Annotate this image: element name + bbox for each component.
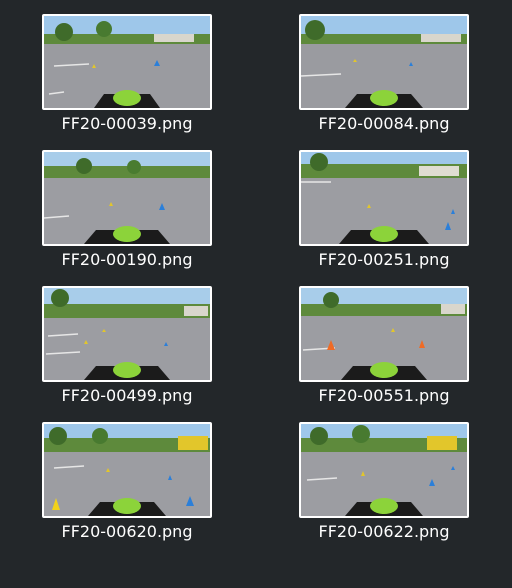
file-name-label[interactable]: FF20-00620.png — [42, 523, 212, 541]
file-item-3[interactable]: FF20-00251.png — [299, 150, 469, 269]
file-item-0[interactable]: FF20-00039.png — [42, 14, 212, 133]
image-thumbnail[interactable] — [299, 14, 469, 110]
file-item-5[interactable]: FF20-00551.png — [299, 286, 469, 405]
image-thumbnail[interactable] — [42, 286, 212, 382]
track-photo-icon — [301, 152, 467, 244]
image-thumbnail[interactable] — [42, 14, 212, 110]
track-photo-icon — [44, 424, 210, 516]
file-item-6[interactable]: FF20-00620.png — [42, 422, 212, 541]
file-name-label[interactable]: FF20-00084.png — [299, 115, 469, 133]
file-item-2[interactable]: FF20-00190.png — [42, 150, 212, 269]
track-photo-icon — [44, 288, 210, 380]
image-thumbnail[interactable] — [299, 422, 469, 518]
track-photo-icon — [44, 16, 210, 108]
file-name-label[interactable]: FF20-00251.png — [299, 251, 469, 269]
track-photo-icon — [44, 152, 210, 244]
file-grid: FF20-00039.png FF20-00084.png FF20-00190… — [0, 0, 512, 588]
track-photo-icon — [301, 424, 467, 516]
file-name-label[interactable]: FF20-00622.png — [299, 523, 469, 541]
track-photo-icon — [301, 16, 467, 108]
image-thumbnail[interactable] — [42, 150, 212, 246]
file-item-4[interactable]: FF20-00499.png — [42, 286, 212, 405]
file-name-label[interactable]: FF20-00551.png — [299, 387, 469, 405]
file-name-label[interactable]: FF20-00190.png — [42, 251, 212, 269]
file-item-7[interactable]: FF20-00622.png — [299, 422, 469, 541]
track-photo-icon — [301, 288, 467, 380]
image-thumbnail[interactable] — [299, 286, 469, 382]
image-thumbnail[interactable] — [299, 150, 469, 246]
file-item-1[interactable]: FF20-00084.png — [299, 14, 469, 133]
file-name-label[interactable]: FF20-00039.png — [42, 115, 212, 133]
file-name-label[interactable]: FF20-00499.png — [42, 387, 212, 405]
image-thumbnail[interactable] — [42, 422, 212, 518]
